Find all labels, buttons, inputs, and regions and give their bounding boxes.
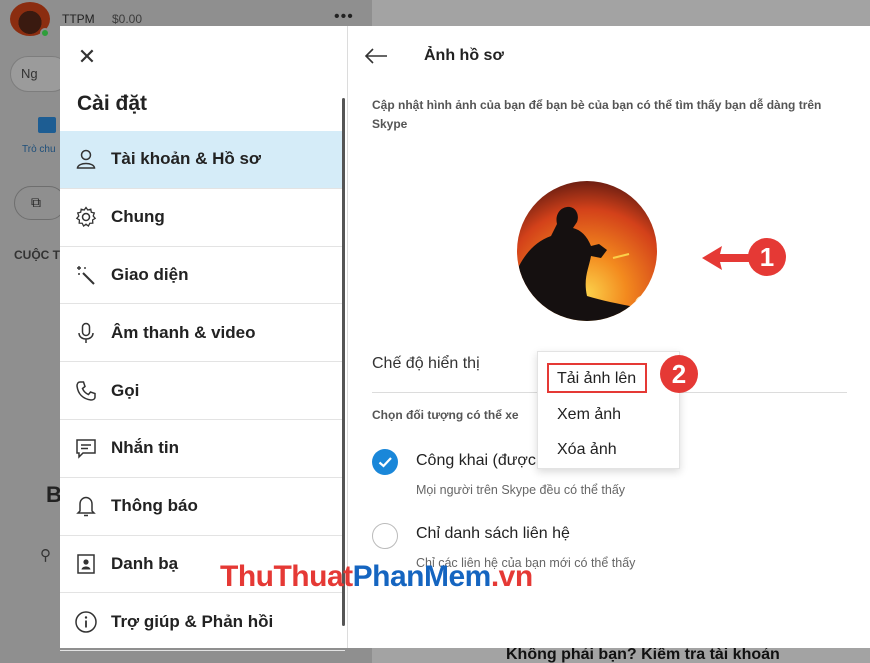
watermark-part-2: PhanMem: [352, 560, 492, 593]
callout-arrow-icon: [702, 246, 752, 270]
online-status-dot: [40, 28, 50, 38]
search-icon: ⚲: [40, 547, 51, 564]
callout-badge-2: 2: [660, 355, 698, 393]
contacts-icon: [74, 552, 98, 576]
close-icon[interactable]: ✕: [76, 46, 98, 68]
contacts-only-radio[interactable]: [372, 523, 398, 549]
chat-tab-label: Trò chu: [22, 144, 56, 155]
settings-nav: ✕ Cài đặt Tài khoản & Hồ sơ Chung Giao d…: [60, 26, 348, 652]
nav-item-label: Giao diện: [111, 264, 189, 284]
callout-badge-1: 1: [748, 238, 786, 276]
watermark: ThuThuatPhanMem.vn: [220, 560, 533, 594]
skype-credit: $0.00: [112, 12, 143, 26]
bell-icon: [74, 494, 98, 518]
watermark-part-3: .vn: [490, 560, 533, 593]
nav-item-label: Nhắn tin: [111, 438, 179, 458]
chat-icon[interactable]: [38, 117, 56, 133]
profile-picture-menu: Tải ảnh lên Xem ảnh Xóa ảnh: [537, 351, 680, 469]
contacts-only-option-label[interactable]: Chỉ danh sách liên hệ: [416, 525, 570, 543]
public-option-description: Mọi người trên Skype đều có thể thấy: [416, 483, 626, 497]
settings-title: Cài đặt: [77, 92, 148, 115]
video-call-button[interactable]: ⧉: [14, 186, 66, 220]
watermark-part-1: ThuThuat: [220, 560, 353, 593]
nav-item-label: Thông báo: [111, 496, 198, 516]
nav-item-help-feedback[interactable]: Trợ giúp & Phản hồi: [60, 593, 345, 652]
audience-label: Chọn đối tượng có thể xe: [372, 408, 519, 422]
nav-item-general[interactable]: Chung: [60, 189, 345, 247]
user-name: TTPM: [62, 12, 95, 26]
nav-item-label: Trợ giúp & Phản hồi: [111, 611, 274, 631]
nav-item-audio-video[interactable]: Âm thanh & video: [60, 304, 345, 363]
display-mode-label: Chế độ hiển thị: [372, 355, 480, 372]
profile-picture-panel: Ảnh hồ sơ Cập nhật hình ảnh của bạn để b…: [349, 26, 870, 648]
menu-item-upload-photo[interactable]: Tải ảnh lên: [557, 370, 636, 388]
not-you-link[interactable]: Không phải bạn? Kiểm tra tài khoản: [506, 646, 780, 663]
profile-picture[interactable]: [517, 146, 657, 328]
panel-description: Cập nhật hình ảnh của bạn để bạn bè của …: [372, 98, 822, 131]
menu-item-delete-photo[interactable]: Xóa ảnh: [557, 441, 617, 459]
info-icon: [74, 610, 98, 634]
menu-item-view-photo[interactable]: Xem ảnh: [557, 406, 621, 424]
nav-item-appearance[interactable]: Giao diện: [60, 247, 345, 305]
microphone-icon: [74, 321, 98, 345]
nav-item-label: Gọi: [111, 380, 140, 400]
more-options-icon[interactable]: •••: [334, 8, 354, 26]
nav-item-messaging[interactable]: Nhắn tin: [60, 420, 345, 478]
search-placeholder: Ng: [21, 66, 38, 81]
person-icon: [74, 147, 98, 171]
nav-item-account-profile[interactable]: Tài khoản & Hồ sơ: [60, 131, 345, 189]
phone-icon: [74, 379, 98, 403]
gear-icon: [74, 205, 98, 229]
nav-item-label: Tài khoản & Hồ sơ: [111, 149, 261, 169]
public-option-label[interactable]: Công khai (được: [416, 452, 536, 470]
back-arrow-icon[interactable]: [363, 44, 389, 68]
nav-item-label: Âm thanh & video: [111, 322, 256, 342]
message-icon: [74, 436, 98, 460]
public-radio[interactable]: [372, 449, 398, 475]
nav-item-calling[interactable]: Gọi: [60, 362, 345, 420]
recent-chats-heading: CUỘC T: [14, 248, 60, 262]
settings-dialog: ✕ Cài đặt Tài khoản & Hồ sơ Chung Giao d…: [60, 26, 870, 652]
nav-scrollbar[interactable]: [342, 98, 345, 626]
nav-item-notifications[interactable]: Thông báo: [60, 478, 345, 536]
nav-item-label: Chung: [111, 207, 165, 227]
panel-title: Ảnh hồ sơ: [424, 47, 504, 64]
nav-item-label: Danh bạ: [111, 553, 179, 573]
magic-wand-icon: [74, 263, 98, 287]
